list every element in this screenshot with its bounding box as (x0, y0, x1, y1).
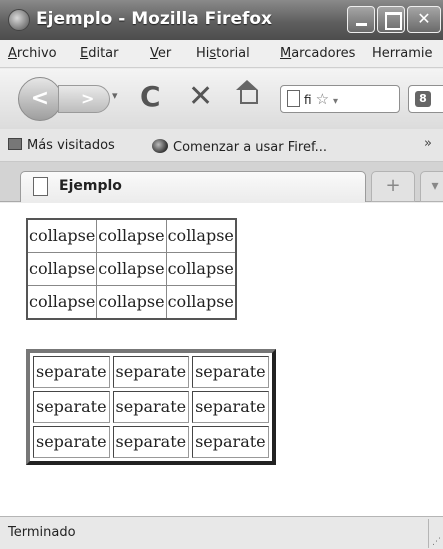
firefox-bookmark-icon (152, 139, 168, 153)
table-row: collapse collapse collapse (26, 285, 237, 320)
menu-historial-rest: torial (216, 46, 250, 61)
bookmark-comenzar[interactable]: Comenzar a usar Firef... (152, 137, 327, 155)
back-button[interactable]: < (18, 77, 62, 121)
table-row: collapse collapse collapse (26, 218, 237, 253)
table-cell: separate (33, 356, 110, 388)
reload-icon[interactable]: C (140, 81, 161, 113)
bookmark-label: Más visitados (27, 138, 115, 153)
status-bar: Terminado ⋰ (0, 516, 443, 549)
back-arrow-icon: < (30, 86, 50, 111)
menu-ver-accel: V (150, 46, 158, 61)
menu-archivo-rest: rchivo (16, 46, 57, 61)
table-cell: collapse (165, 218, 237, 253)
status-divider (428, 519, 429, 548)
folder-icon (8, 138, 22, 150)
collapse-table: collapse collapse collapse collapse coll… (26, 218, 237, 320)
close-button[interactable]: ✕ (407, 6, 441, 33)
table-cell: collapse (26, 218, 98, 253)
table-cell: collapse (96, 218, 167, 253)
tab-label: Ejemplo (59, 178, 122, 194)
status-text: Terminado (8, 525, 76, 540)
table-cell: collapse (165, 285, 237, 320)
menu-ver-rest: er (157, 46, 172, 61)
table-cell: separate (112, 391, 190, 423)
menu-herramientas-label: Herramie (372, 46, 433, 61)
bookmark-mas-visitados[interactable]: Más visitados (8, 137, 115, 153)
bookmarks-toolbar: Más visitados Comenzar a usar Firef... » (0, 129, 443, 162)
firefox-logo-icon (8, 9, 30, 31)
table-cell: separate (112, 426, 190, 458)
table-cell: collapse (165, 252, 237, 286)
table-cell: separate (33, 426, 110, 458)
menu-herramientas[interactable]: Herramie (372, 46, 432, 61)
address-text: fi (304, 93, 312, 107)
table-cell: collapse (96, 285, 167, 320)
menu-archivo[interactable]: Archivo (8, 46, 57, 61)
list-all-tabs-button[interactable]: ▾ (420, 171, 443, 202)
menu-marcadores-accel: M (280, 46, 292, 61)
table-cell: separate (112, 356, 190, 388)
search-engine-icon: 8 (415, 91, 431, 107)
menu-archivo-accel: A (8, 46, 17, 61)
menu-editar-rest: ditar (88, 46, 119, 61)
table-cell: separate (33, 391, 110, 423)
table-cell: separate (192, 356, 269, 388)
page-content: collapse collapse collapse collapse coll… (0, 203, 443, 516)
menu-editar-accel: E (80, 46, 89, 61)
menu-bar: Archivo Editar Ver Historial Marcadores … (0, 40, 443, 68)
history-dropdown-icon[interactable]: ▾ (112, 89, 118, 102)
forward-arrow-icon: > (81, 89, 95, 108)
page-icon (33, 177, 48, 196)
minimize-button[interactable] (347, 6, 375, 33)
separate-table: separate separate separate separate sepa… (26, 349, 276, 465)
menu-marcadores[interactable]: Marcadores (280, 46, 355, 61)
tab-strip: Ejemplo + ▾ (0, 162, 443, 202)
stop-icon[interactable]: ✕ (188, 81, 213, 113)
menu-editar[interactable]: Editar (80, 46, 119, 61)
address-bar[interactable]: fi ☆ ▾ (280, 85, 400, 113)
table-cell: separate (192, 391, 269, 423)
page-icon (287, 90, 300, 107)
navigation-toolbar: < > ▾ C ✕ fi ☆ ▾ 8 (0, 69, 443, 129)
menu-ver[interactable]: Ver (150, 46, 171, 61)
bookmark-label: Comenzar a usar Firef... (173, 140, 327, 155)
table-row: separate separate separate (33, 356, 269, 388)
new-tab-button[interactable]: + (371, 171, 415, 202)
table-cell: separate (192, 426, 269, 458)
menu-marcadores-rest: arcadores (291, 46, 356, 61)
search-engine-button[interactable]: 8 (408, 85, 443, 113)
menu-historial[interactable]: Historial (196, 46, 250, 61)
url-dropdown-icon[interactable]: ▾ (333, 96, 338, 107)
menu-historial-pre: Hi (196, 46, 210, 61)
forward-button[interactable]: > (58, 85, 110, 113)
table-row: separate separate separate (33, 391, 269, 423)
window-title: Ejemplo - Mozilla Firefox (36, 9, 273, 29)
title-bar: Ejemplo - Mozilla Firefox ✕ (0, 0, 443, 40)
resize-grip-icon[interactable]: ⋰ (432, 537, 441, 547)
maximize-button[interactable] (377, 6, 405, 33)
firefox-window: Ejemplo - Mozilla Firefox ✕ Archivo Edit… (0, 0, 443, 549)
bookmark-star-icon[interactable]: ☆ (316, 90, 329, 108)
table-cell: collapse (96, 252, 167, 286)
table-cell: collapse (26, 252, 98, 286)
tab-ejemplo[interactable]: Ejemplo (20, 171, 366, 202)
table-row: collapse collapse collapse (26, 252, 237, 286)
table-row: separate separate separate (33, 426, 269, 458)
bookmarks-overflow-button[interactable]: » (424, 136, 432, 151)
table-cell: collapse (26, 285, 98, 320)
home-icon[interactable] (236, 80, 258, 105)
